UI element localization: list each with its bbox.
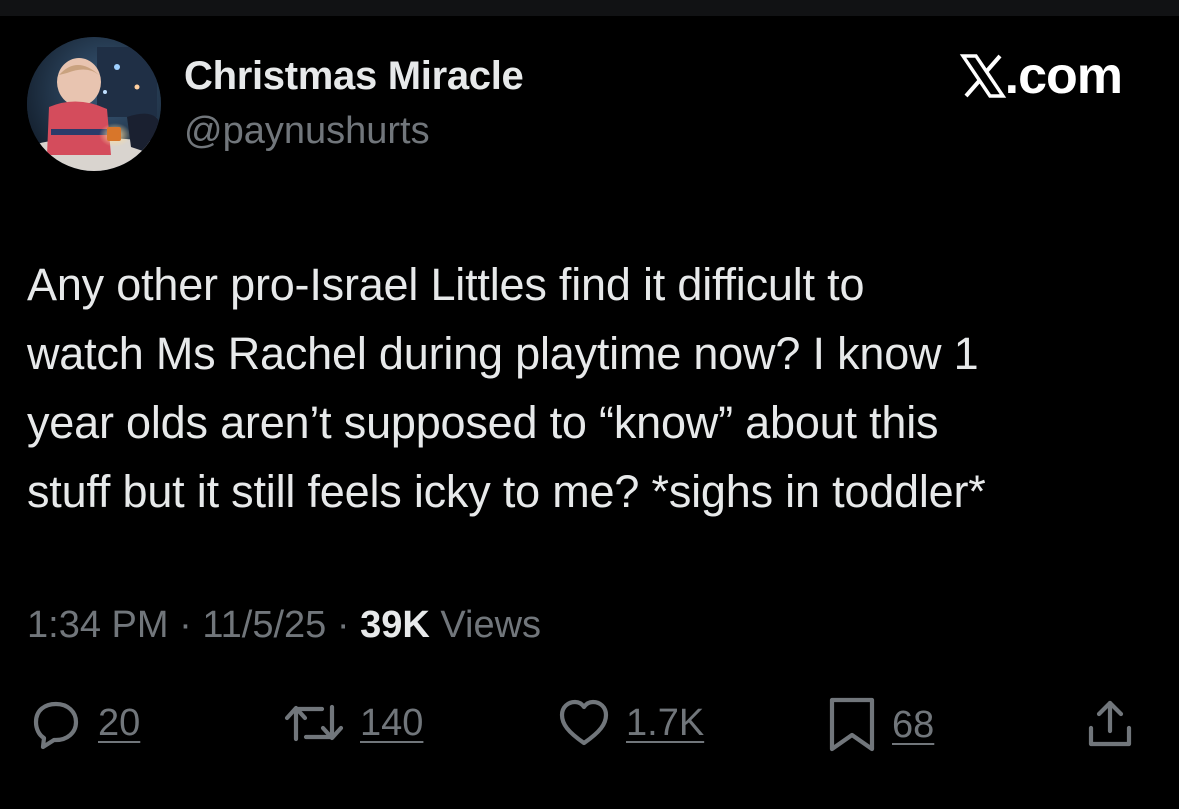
bookmark-icon xyxy=(829,697,875,752)
share-icon xyxy=(1088,700,1132,747)
repost-count[interactable]: 140 xyxy=(360,702,423,745)
bookmark-count[interactable]: 68 xyxy=(892,704,934,747)
avatar-photo xyxy=(27,37,161,171)
repost-icon xyxy=(284,704,344,742)
author-display-name[interactable]: Christmas Miracle xyxy=(184,54,524,99)
x-logo-icon xyxy=(959,54,1006,98)
avatar[interactable] xyxy=(27,37,161,171)
reply-icon xyxy=(33,701,79,750)
brand-domain: .com xyxy=(1004,47,1123,105)
share-button[interactable] xyxy=(1082,695,1138,751)
top-bar xyxy=(0,0,1179,16)
like-button[interactable]: 1.7K xyxy=(556,695,704,751)
bookmark-button[interactable]: 68 xyxy=(826,695,934,755)
post-meta: 1:34 PM · 11/5/25 · 39K Views xyxy=(27,604,541,647)
action-bar: 20 140 1.7K 68 xyxy=(0,695,1179,761)
reply-count[interactable]: 20 xyxy=(98,702,140,745)
brand-logo: .com xyxy=(959,47,1123,105)
post-date[interactable]: 11/5/25 xyxy=(202,604,326,646)
repost-button[interactable]: 140 xyxy=(282,695,423,751)
views-count: 39K xyxy=(360,604,430,646)
post-time[interactable]: 1:34 PM xyxy=(27,604,169,646)
post-text: Any other pro-Israel Littles find it dif… xyxy=(27,259,986,517)
like-count[interactable]: 1.7K xyxy=(626,702,704,745)
meta-separator: · xyxy=(336,604,350,646)
reply-button[interactable]: 20 xyxy=(28,695,140,751)
meta-separator: · xyxy=(179,604,192,646)
views-label: Views xyxy=(440,604,542,646)
author-handle[interactable]: @paynushurts xyxy=(184,110,430,153)
heart-icon xyxy=(559,699,609,746)
